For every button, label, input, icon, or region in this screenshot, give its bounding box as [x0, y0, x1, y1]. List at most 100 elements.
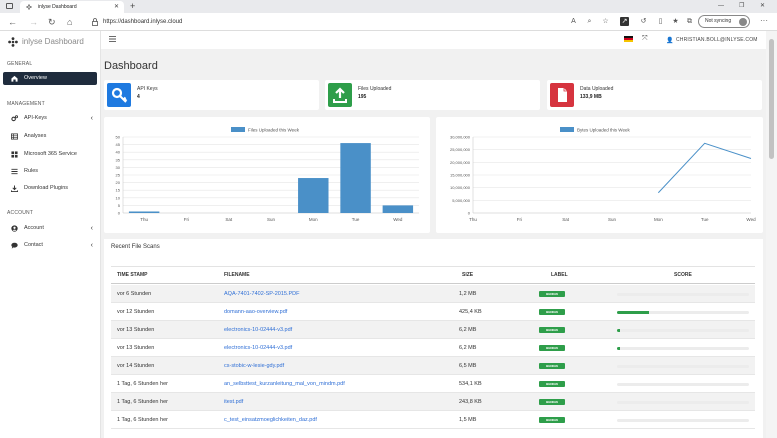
cell-size: 6,2 MB [459, 327, 477, 333]
label-badge: BENIGN [539, 291, 565, 297]
x-tick-label: Thu [469, 217, 477, 222]
stat-icon-box [328, 83, 352, 107]
column-header-timestamp[interactable]: TIME STAMP [117, 272, 147, 278]
y-tick-label: 0 [468, 211, 471, 216]
score-bar-fill [617, 347, 620, 350]
chevron-left-icon: ‹ [90, 225, 93, 232]
cell-timestamp: vor 14 Stunden [117, 363, 155, 369]
sidebar-item-label: Account [24, 225, 44, 231]
table-icon [11, 133, 18, 140]
x-tick-label: Sun [267, 217, 276, 222]
extension-icon[interactable]: ↗ [620, 17, 629, 26]
cell-filename-link[interactable]: electronics-10-02444-v3.pdf [224, 327, 292, 334]
minimize-icon[interactable]: — [718, 1, 724, 11]
split-screen-icon[interactable]: ▯ [656, 17, 665, 26]
lock-icon[interactable] [92, 18, 98, 26]
favorites-bar-icon[interactable]: ★ [671, 17, 680, 26]
maximize-icon[interactable]: ❐ [739, 1, 744, 11]
home-icon[interactable]: ⌂ [67, 16, 72, 28]
cell-filename-link[interactable]: cs-stobic-w-lesie-gdy.pdf [224, 363, 284, 370]
sidebar-item-label: Overview [24, 75, 47, 81]
column-header-filename[interactable]: FILENAME [224, 272, 250, 278]
y-tick-label: 10,000,000 [450, 185, 471, 190]
y-tick-label: 50 [116, 135, 121, 140]
brand[interactable]: inlyse Dashboard [8, 37, 84, 47]
list-icon [11, 168, 18, 175]
cell-filename-link[interactable]: AQA-7401-7402-SP-2015.PDF [224, 291, 300, 298]
score-bar [617, 347, 749, 350]
read-aloud-icon[interactable]: A [569, 17, 578, 26]
column-header-size[interactable]: SIZE [462, 272, 473, 278]
sync-label: Not syncing [705, 18, 732, 24]
cell-size: 6,5 MB [459, 363, 477, 369]
address-bar[interactable]: https://dashboard.inlyse.cloud [103, 17, 182, 27]
sidebar-item-overview[interactable]: Overview [3, 72, 97, 85]
forward-icon[interactable]: → [29, 16, 38, 28]
new-tab-icon[interactable]: + [130, 0, 135, 12]
sidebar-item-rules[interactable]: Rules [3, 165, 97, 178]
hamburger-menu-icon[interactable] [109, 36, 116, 42]
cell-filename-link[interactable]: an_selbsttest_kurzanleitung_mal_von_mind… [224, 381, 345, 388]
back-icon[interactable]: ← [8, 16, 17, 28]
cell-filename-link[interactable]: electronics-10-02444-v3.pdf [224, 345, 292, 352]
sidebar-item-label: Rules [24, 168, 39, 174]
score-bar [617, 401, 749, 404]
stat-icon-box [107, 83, 131, 107]
sync-status-button[interactable]: Not syncing [698, 15, 750, 28]
gears-icon [11, 115, 18, 122]
label-badge: BENIGN [539, 309, 565, 315]
y-tick-label: 5 [118, 203, 121, 208]
cell-size: 1,2 MB [459, 291, 477, 297]
sidebar-item-download-plugins[interactable]: Download Plugins [3, 182, 97, 195]
legend-swatch [231, 127, 245, 132]
chart-card-files: 0 5 10 15 20 25 30 35 40 45 50 Thu Fri Sat Sun Mon Tue We… [104, 117, 430, 233]
sidebar-item-microsoft-365[interactable]: Microsoft 365 Service [3, 148, 97, 161]
cell-timestamp: 1 Tag, 6 Stunden her [117, 417, 168, 423]
stat-value: 195 [358, 94, 367, 100]
cell-filename-link[interactable]: domann-aao-overview.pdf [224, 309, 287, 316]
expand-icon[interactable]: ⤧ [642, 35, 648, 43]
favorites-icon[interactable]: ☆ [601, 17, 610, 26]
sidebar-item-contact[interactable]: Contact ‹ [3, 239, 97, 252]
language-flag-icon[interactable] [624, 36, 633, 42]
column-header-score[interactable]: SCORE [674, 272, 692, 278]
browser-menu-icon[interactable]: ··· [760, 16, 768, 25]
bar [340, 143, 371, 213]
tab-actions-icon[interactable] [6, 3, 13, 9]
refresh-extension-icon[interactable]: ↺ [639, 17, 648, 26]
cell-filename-link[interactable]: c_test_einsatzmoeglichkeiten_daz.pdf [224, 417, 317, 424]
score-bar [617, 329, 749, 332]
line-series [657, 142, 752, 194]
sidebar-item-label: Microsoft 365 Service [24, 151, 77, 157]
sidebar-item-analyses[interactable]: Analyses [3, 130, 97, 143]
user-email[interactable]: CHRISTIAN.BOLL@INLYSE.COM [676, 37, 758, 43]
sidebar-item-label: Download Plugins [24, 185, 69, 191]
browser-tab[interactable]: inlyse Dashboard ✕ [20, 1, 124, 13]
window-close-icon[interactable]: ✕ [760, 1, 765, 11]
score-bar [617, 311, 749, 314]
y-tick-label: 5,000,000 [452, 198, 471, 203]
page-scrollbar[interactable] [766, 31, 777, 438]
reload-icon[interactable]: ↻ [48, 16, 56, 28]
collections-icon[interactable]: ⧉ [685, 17, 694, 26]
x-tick-label: Sun [608, 217, 617, 222]
zoom-icon[interactable]: ⌕ [585, 17, 594, 26]
cell-filename-link[interactable]: itest.pdf [224, 399, 243, 406]
tab-close-icon[interactable]: ✕ [114, 1, 119, 13]
key-icon [111, 87, 128, 103]
sidebar-item-account[interactable]: Account ‹ [3, 222, 97, 235]
bar [298, 178, 329, 213]
scrollbar-thumb[interactable] [769, 39, 774, 159]
score-bar-fill [617, 311, 649, 314]
y-tick-label: 15,000,000 [450, 173, 471, 178]
sidebar-item-api-keys[interactable]: API-Keys ‹ [3, 112, 97, 125]
stat-value: 4 [137, 94, 140, 100]
chevron-left-icon: ‹ [90, 115, 93, 122]
x-tick-label: Wed [746, 217, 756, 222]
column-header-label[interactable]: LABEL [551, 272, 568, 278]
upload-icon [333, 87, 347, 103]
user-circle-icon [11, 225, 18, 232]
cell-timestamp: vor 13 Stunden [117, 345, 155, 351]
x-tick-label: Wed [393, 217, 403, 222]
x-tick-label: Mon [654, 217, 663, 222]
